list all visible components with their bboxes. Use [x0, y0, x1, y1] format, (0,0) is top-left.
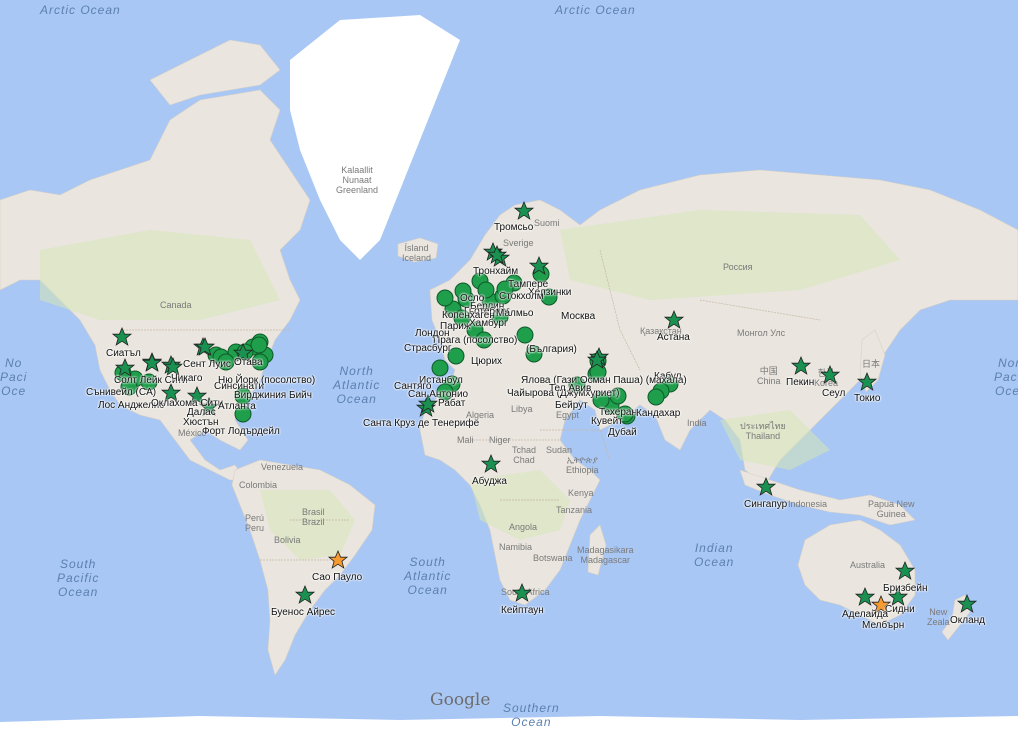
office-marker-sofia[interactable] [516, 326, 534, 344]
office-marker-atlanta[interactable] [234, 387, 252, 405]
office-marker-paris[interactable] [453, 309, 471, 327]
office-marker-san-antonio[interactable] [447, 347, 465, 365]
office-marker-virginia-beach[interactable] [251, 353, 269, 371]
land-layer [0, 15, 1018, 729]
office-marker-moscow[interactable] [540, 288, 558, 306]
office-marker-kuwait[interactable] [592, 391, 610, 409]
office-marker-ottawa[interactable] [250, 336, 268, 354]
google-logo: Google [430, 690, 491, 710]
landmass-greenland [290, 15, 460, 260]
veg-canada [40, 230, 280, 320]
office-marker-oslo[interactable] [454, 282, 472, 300]
office-marker-cluster-14[interactable] [436, 383, 454, 401]
office-marker-istanbul[interactable] [525, 345, 543, 363]
office-marker-tehran[interactable] [609, 387, 627, 405]
office-marker-kandahar[interactable] [647, 388, 665, 406]
landmass-australia [797, 519, 916, 626]
office-marker-santiago[interactable] [431, 359, 449, 377]
office-marker-zurich[interactable] [475, 331, 493, 349]
office-marker-dubai[interactable] [616, 405, 634, 423]
world-map[interactable]: Arctic Ocean Arctic Ocean North Atlantic… [0, 0, 1018, 729]
office-marker-cluster-5[interactable] [140, 373, 158, 391]
office-marker-prague[interactable] [491, 308, 509, 326]
office-marker-copenhagen[interactable] [477, 281, 495, 299]
office-marker-malmo[interactable] [496, 280, 514, 298]
office-marker-fort-lauderdale[interactable] [234, 405, 252, 423]
office-marker-los-angeles[interactable] [120, 378, 138, 396]
office-marker-tel-aviv[interactable] [568, 376, 586, 394]
landmass-madagascar [587, 524, 607, 576]
landmass-iceland [397, 237, 439, 263]
office-marker-cincinnati[interactable] [217, 353, 235, 371]
landmass-antarctica [0, 716, 1018, 729]
office-marker-london[interactable] [436, 289, 454, 307]
